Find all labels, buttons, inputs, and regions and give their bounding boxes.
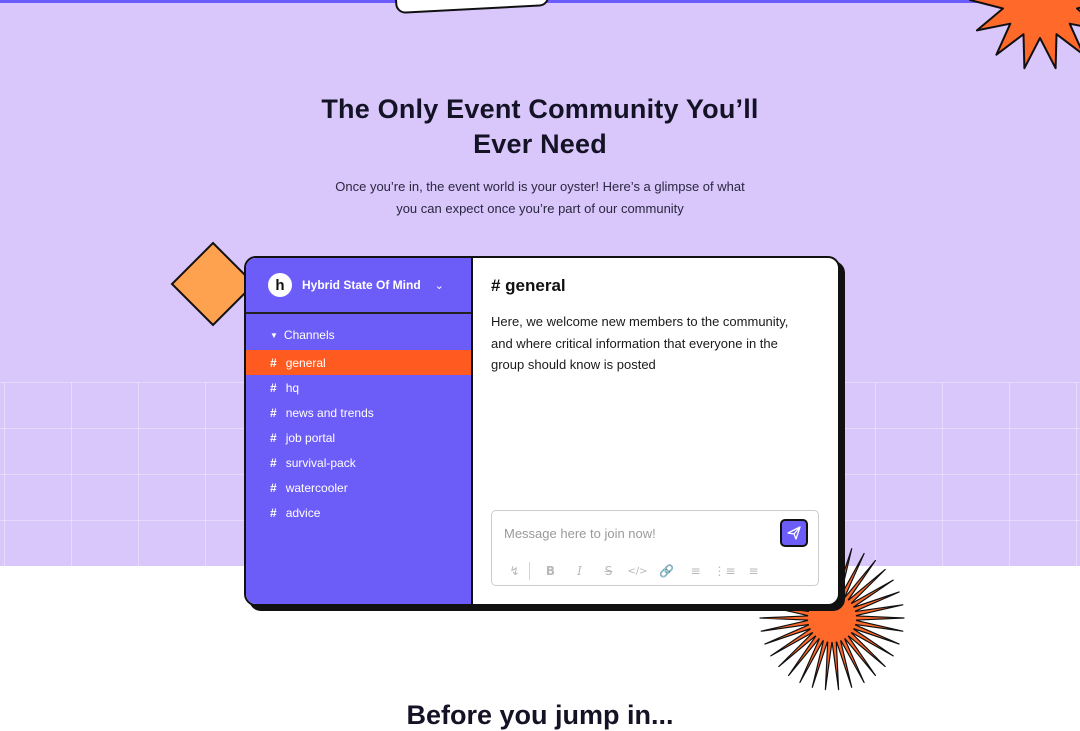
bold-icon[interactable]: B: [536, 564, 565, 578]
channel-item-hq[interactable]: # hq: [246, 375, 471, 400]
channel-item-news-and-trends[interactable]: # news and trends: [246, 400, 471, 425]
subtitle-line-2: you can expect once you’re part of our c…: [396, 201, 684, 216]
channel-list: # general # hq # news and trends # job porta…: [246, 350, 471, 525]
title-line-1: The Only Event Community You’ll: [321, 94, 759, 124]
ordered-list-icon[interactable]: ≡: [681, 564, 710, 578]
code-icon[interactable]: </>: [623, 566, 652, 577]
channel-title: # general: [491, 276, 566, 295]
channel-content: # general Here, we welcome new members t…: [473, 258, 838, 604]
hash-icon: #: [270, 455, 277, 470]
page-title: The Only Event Community You’ll Ever Nee…: [290, 92, 790, 162]
channel-item-watercooler[interactable]: # watercooler: [246, 475, 471, 500]
title-line-2: Ever Need: [473, 129, 607, 159]
link-icon[interactable]: 🔗: [652, 564, 681, 578]
channel-label: advice: [285, 505, 321, 520]
channel-label: news and trends: [285, 405, 374, 420]
hash-icon: #: [270, 380, 277, 395]
page-subtitle: Once you’re in, the event world is your …: [320, 176, 760, 220]
channel-label: hq: [285, 380, 300, 395]
message-input[interactable]: [502, 519, 766, 547]
hash-icon: #: [270, 405, 277, 420]
send-icon: [787, 526, 801, 540]
channel-item-advice[interactable]: # advice: [246, 500, 471, 525]
toolbar-divider: [529, 562, 530, 580]
formatting-toolbar: ↯ B I S </> 🔗 ≡ ⋮≡ ≡: [500, 561, 768, 581]
sun-ray: [759, 615, 811, 621]
channel-item-job-portal[interactable]: # job portal: [246, 425, 471, 450]
server-header[interactable]: h Hybrid State Of Mind ⌄: [246, 258, 471, 314]
server-logo: h: [268, 273, 292, 297]
next-section-heading: Before you jump in...: [406, 700, 674, 730]
sun-ray: [831, 638, 840, 691]
strikethrough-icon[interactable]: S: [594, 564, 623, 578]
sun-ray: [853, 615, 905, 621]
channel-label: watercooler: [285, 480, 348, 495]
sun-ray: [824, 638, 833, 691]
channel-sidebar: h Hybrid State Of Mind ⌄ ▼ Channels # gene…: [246, 258, 473, 604]
bullet-list-icon[interactable]: ⋮≡: [710, 564, 739, 578]
indent-list-icon[interactable]: ≡: [739, 564, 768, 578]
channels-label: Channels: [283, 328, 335, 342]
hash-icon: #: [270, 480, 277, 495]
italic-icon[interactable]: I: [565, 564, 594, 578]
subtitle-line-1: Once you’re in, the event world is your …: [335, 179, 745, 194]
caret-down-icon: ▼: [270, 331, 278, 340]
channels-section-toggle[interactable]: ▼ Channels: [246, 314, 471, 350]
lightning-icon[interactable]: ↯: [500, 564, 529, 578]
channel-description: Here, we welcome new members to the comm…: [491, 314, 789, 372]
channel-label: general: [285, 355, 326, 370]
server-name: Hybrid State Of Mind: [302, 278, 421, 292]
channel-label: survival-pack: [285, 455, 356, 470]
chevron-down-icon[interactable]: ⌄: [435, 279, 444, 292]
message-composer: ↯ B I S </> 🔗 ≡ ⋮≡ ≡: [491, 510, 819, 586]
channel-item-general[interactable]: # general: [246, 350, 471, 375]
channel-label: job portal: [285, 430, 336, 445]
hash-icon: #: [270, 430, 277, 445]
send-button[interactable]: [780, 519, 808, 547]
hash-icon: #: [270, 355, 277, 370]
hash-icon: #: [270, 505, 277, 520]
community-preview-window: h Hybrid State Of Mind ⌄ ▼ Channels # gene…: [244, 256, 840, 606]
channel-item-survival-pack[interactable]: # survival-pack: [246, 450, 471, 475]
starburst-top-icon: [969, 0, 1080, 70]
